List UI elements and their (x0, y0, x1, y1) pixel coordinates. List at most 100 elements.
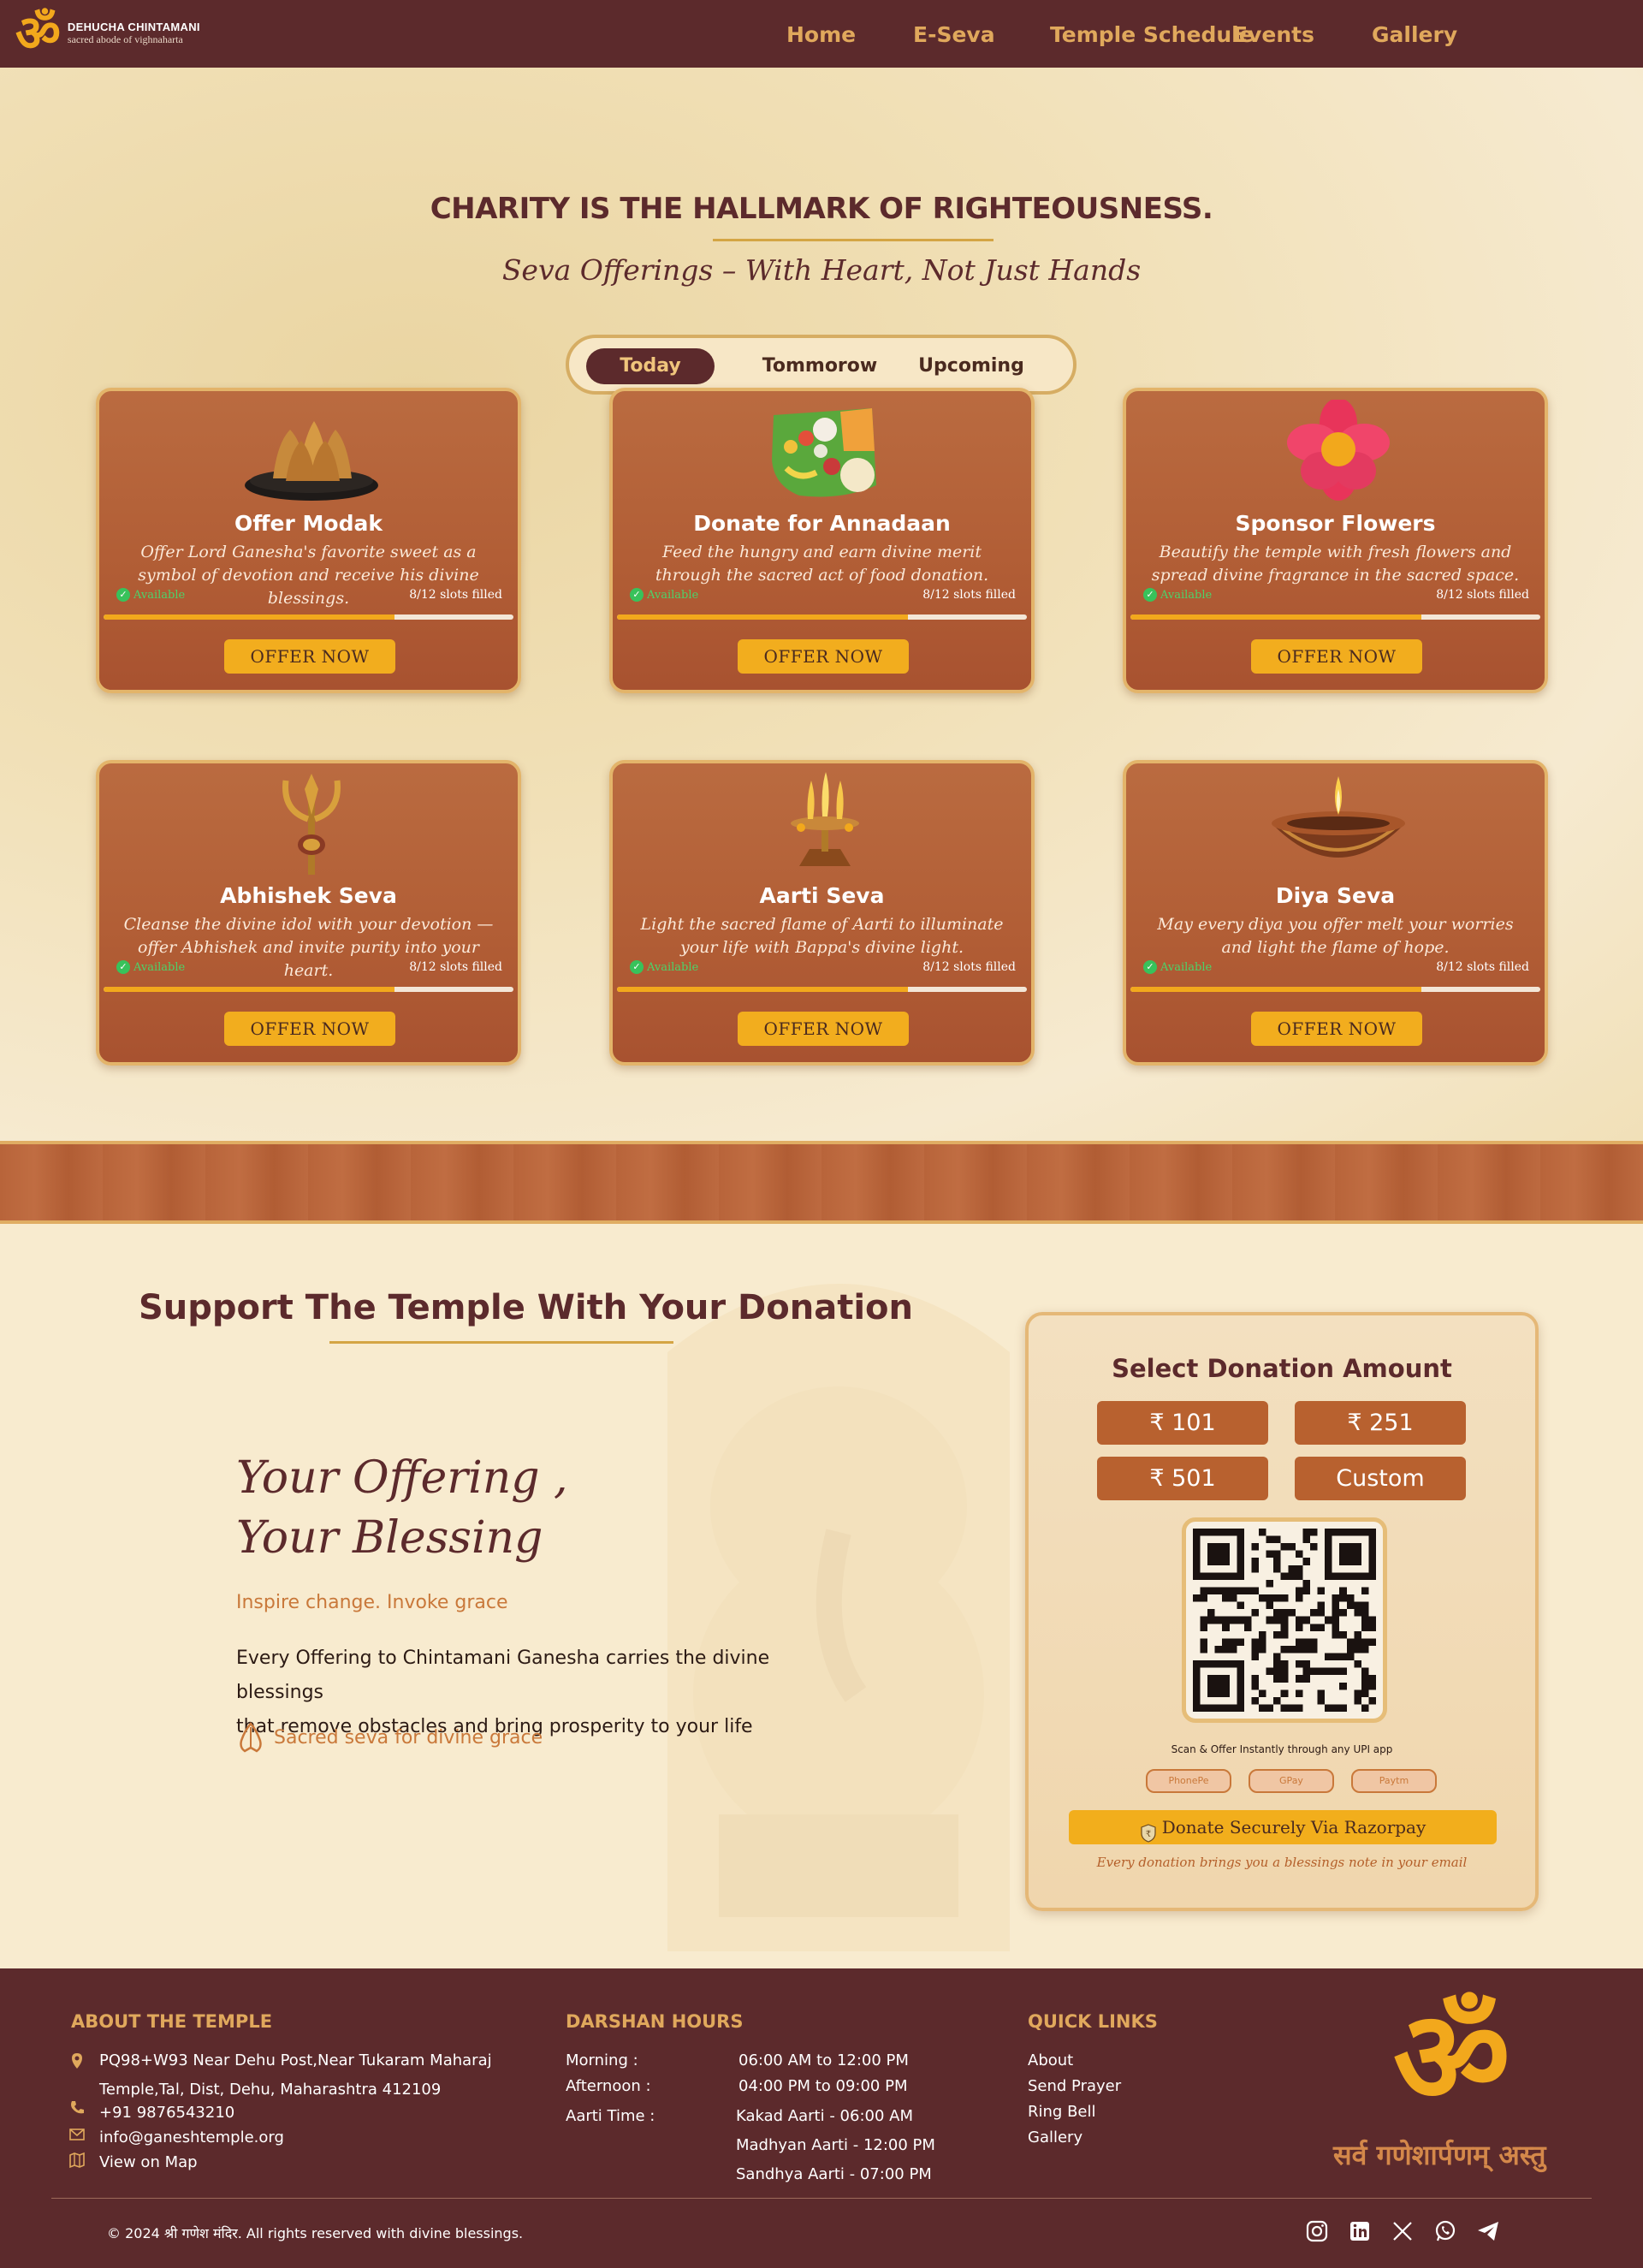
food-plate-icon (772, 408, 876, 497)
brand-logo[interactable]: ॐ DEHUCHA CHINTAMANI sacred abode of vig… (15, 9, 200, 58)
day-tabs: Today Tommorow Upcoming (566, 335, 1077, 395)
slots-progress-bar (617, 987, 1027, 992)
offer-now-button[interactable]: OFFER NOW (1251, 639, 1422, 674)
card-title: Sponsor Flowers (1235, 511, 1436, 536)
kakad-aarti-time: Kakad Aarti - 06:00 AM (736, 2107, 913, 2125)
brand-title: DEHUCHA CHINTAMANI (67, 21, 200, 33)
slots-progress-bar (1130, 614, 1540, 620)
donation-section-title: Support The Temple With Your Donation (139, 1288, 913, 1327)
status-text: Available (133, 960, 186, 974)
seva-section: CHARITY IS THE HALLMARK OF RIGHTEOUSNESS… (0, 68, 1643, 1141)
footer-link-ring-bell[interactable]: Ring Bell (1028, 2103, 1096, 2121)
whatsapp-icon[interactable] (1432, 2218, 1458, 2244)
slots-count: 8/12 slots filled (1436, 960, 1529, 974)
razorpay-label: Donate Securely Via Razorpay (1161, 1817, 1427, 1838)
status-text: Available (647, 960, 699, 974)
nav-eseva[interactable]: E-Seva (913, 22, 995, 47)
amount-custom-button[interactable]: Custom (1295, 1457, 1466, 1500)
amount-101-button[interactable]: ₹ 101 (1097, 1401, 1268, 1445)
nav-gallery[interactable]: Gallery (1372, 22, 1457, 47)
slots-count: 8/12 slots filled (922, 588, 1016, 602)
availability-status: ✓ Available (1143, 588, 1212, 602)
upi-paytm-button[interactable]: Paytm (1351, 1769, 1437, 1793)
aarti-time-label: Aarti Time : (566, 2107, 655, 2125)
footer-link-about[interactable]: About (1028, 2051, 1073, 2069)
status-text: Available (1160, 588, 1213, 602)
view-on-map-link[interactable]: View on Map (99, 2153, 198, 2171)
scan-instruction: Scan & Offer Instantly through any UPI a… (1171, 1743, 1393, 1755)
donation-email-note: Every donation brings you a blessings no… (1096, 1855, 1468, 1870)
offer-now-button[interactable]: OFFER NOW (224, 639, 395, 674)
footer-link-send-prayer[interactable]: Send Prayer (1028, 2077, 1121, 2095)
offering-heading: Your Offering , Your Blessing (236, 1448, 568, 1568)
madhyan-aarti-time: Madhyan Aarti - 12:00 PM (736, 2136, 935, 2154)
status-text: Available (133, 588, 186, 602)
tab-today[interactable]: Today (586, 348, 715, 384)
phone-icon (71, 2101, 84, 2114)
donation-section: Support The Temple With Your Donation Yo… (0, 1224, 1643, 1968)
namaste-hands-icon (240, 1722, 262, 1753)
slots-count: 8/12 slots filled (409, 588, 502, 602)
telegram-icon[interactable] (1475, 2218, 1501, 2244)
x-icon[interactable] (1390, 2218, 1415, 2244)
trishul-icon (282, 774, 341, 875)
ganesha-watermark-image (667, 1284, 1010, 1951)
about-temple-heading: ABOUT THE TEMPLE (71, 2011, 273, 2032)
seva-card-flowers: Sponsor Flowers Beautify the temple with… (1123, 388, 1548, 693)
upi-gpay-button[interactable]: GPay (1249, 1769, 1334, 1793)
panel-title: Select Donation Amount (1112, 1354, 1452, 1383)
availability-status: ✓ Available (630, 960, 698, 974)
tab-tomorrow[interactable]: Tommorow (756, 348, 884, 384)
offer-now-button[interactable]: OFFER NOW (738, 1012, 909, 1046)
slots-progress-bar (617, 614, 1027, 620)
afternoon-time: 04:00 PM to 09:00 PM (738, 2077, 908, 2095)
instagram-icon[interactable] (1304, 2218, 1330, 2244)
nav-temple-schedule[interactable]: Temple Schedule (1050, 22, 1254, 47)
footer-link-gallery[interactable]: Gallery (1028, 2128, 1082, 2146)
slots-progress-bar (104, 614, 513, 620)
sandhya-aarti-time: Sandhya Aarti - 07:00 PM (736, 2165, 932, 2183)
offering-heading-line1: Your Offering , (236, 1452, 568, 1504)
card-title: Offer Modak (234, 511, 383, 536)
check-icon: ✓ (630, 960, 644, 974)
offer-now-button[interactable]: OFFER NOW (224, 1012, 395, 1046)
offering-heading-line2: Your Blessing (236, 1512, 543, 1564)
card-description: May every diya you offer melt your worri… (1157, 915, 1514, 957)
tab-upcoming[interactable]: Upcoming (907, 348, 1035, 384)
offer-now-button[interactable]: OFFER NOW (1251, 1012, 1422, 1046)
upi-phonepe-button[interactable]: PhonePe (1146, 1769, 1231, 1793)
email-address[interactable]: info@ganeshtemple.org (99, 2128, 284, 2146)
qr-code-icon (1193, 1529, 1376, 1712)
card-title: Aarti Seva (759, 883, 885, 908)
phone-number[interactable]: +91 9876543210 (99, 2104, 234, 2122)
card-title: Diya Seva (1275, 883, 1396, 908)
card-description: Feed the hungry and earn divine merit th… (655, 543, 989, 585)
inspire-tagline: Inspire change. Invoke grace (236, 1592, 508, 1613)
afternoon-label: Afternoon : (566, 2077, 651, 2095)
modak-icon (245, 421, 378, 501)
availability-status: ✓ Available (116, 588, 185, 602)
offer-now-button[interactable]: OFFER NOW (738, 639, 909, 674)
status-text: Available (1160, 960, 1213, 974)
seva-card-abhishek: Abhishek Seva Cleanse the divine idol wi… (96, 760, 521, 1066)
progress-fill (1130, 987, 1422, 992)
hero-title: CHARITY IS THE HALLMARK OF RIGHTEOUSNESS… (430, 192, 1213, 226)
linkedin-icon[interactable] (1347, 2218, 1373, 2244)
nav-home[interactable]: Home (786, 22, 856, 47)
amount-501-button[interactable]: ₹ 501 (1097, 1457, 1268, 1500)
footer-om-icon: ॐ (1393, 1984, 1510, 2133)
location-pin-icon (72, 2053, 82, 2069)
razorpay-donate-button[interactable]: ₹ Donate Securely Via Razorpay (1069, 1810, 1497, 1844)
availability-status: ✓ Available (1143, 960, 1212, 974)
nav-events[interactable]: Events (1233, 22, 1314, 47)
top-navbar: ॐ DEHUCHA CHINTAMANI sacred abode of vig… (0, 0, 1643, 68)
morning-time: 06:00 AM to 12:00 PM (738, 2051, 909, 2069)
brand-subtitle: sacred abode of vighnaharta (67, 33, 183, 45)
amount-251-button[interactable]: ₹ 251 (1295, 1401, 1466, 1445)
slots-count: 8/12 slots filled (922, 960, 1016, 974)
flower-icon (1287, 400, 1390, 501)
check-icon: ✓ (116, 960, 130, 974)
decorative-band (0, 1141, 1643, 1224)
footer-mantra: सर्व गणेशार्पणम् अस्तु (1333, 2139, 1546, 2171)
slots-progress-bar (104, 987, 513, 992)
